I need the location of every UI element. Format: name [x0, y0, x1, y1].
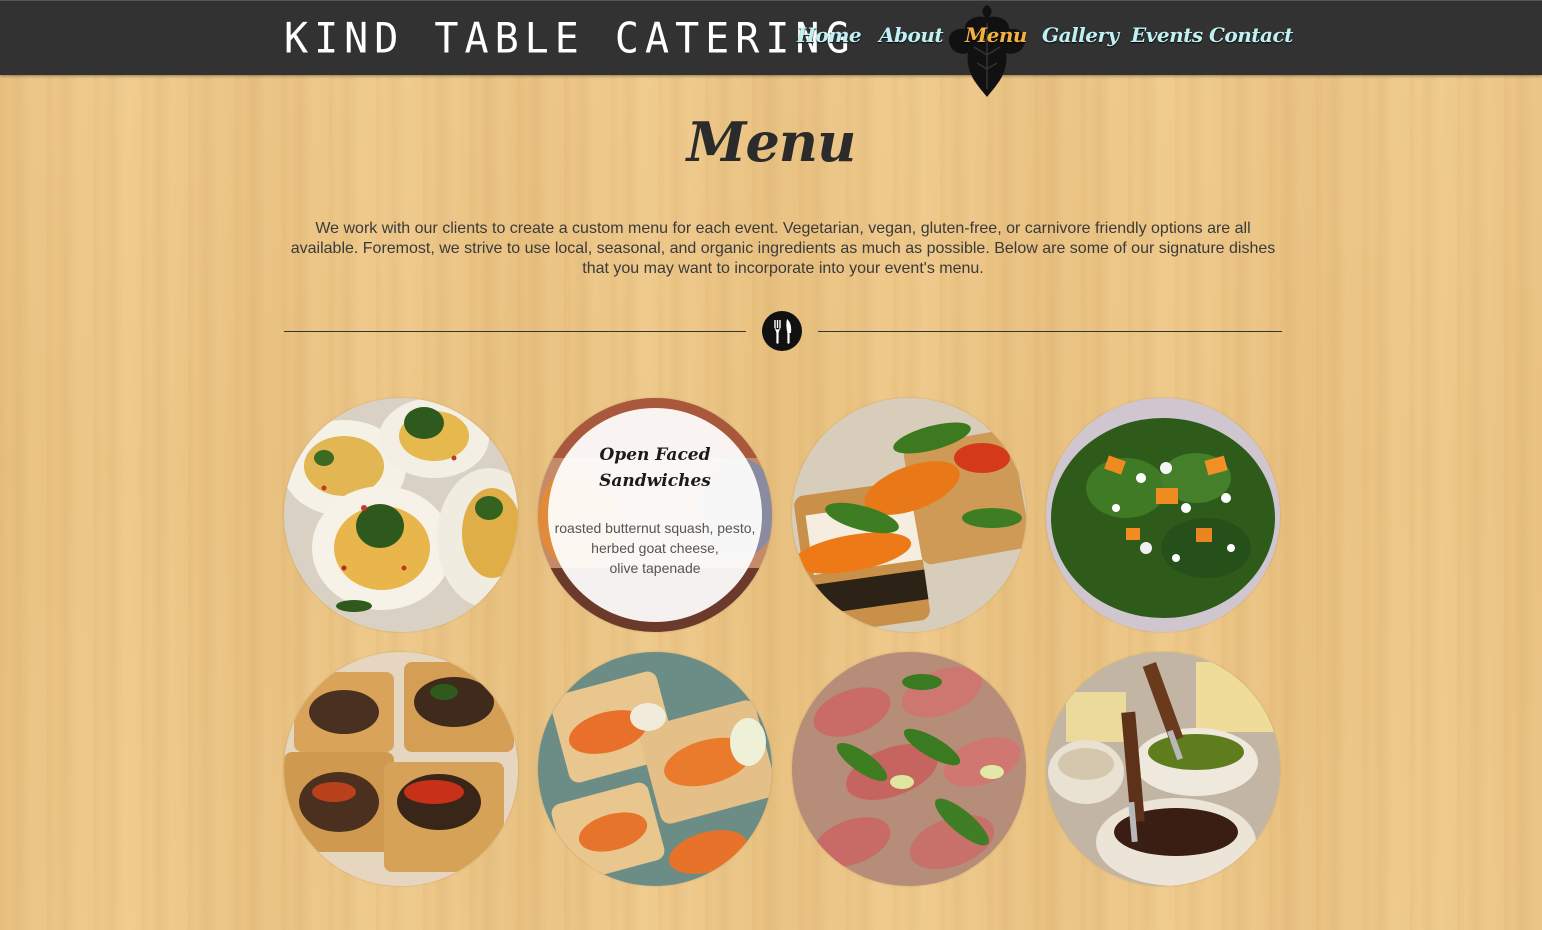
- dish-card[interactable]: [1046, 652, 1280, 886]
- intro-paragraph: We work with our clients to create a cus…: [290, 220, 1276, 277]
- dips-and-cheese-photo: [1046, 652, 1280, 886]
- dish-description-line: roasted butternut squash, pesto,: [554, 520, 756, 536]
- dish-card[interactable]: [284, 398, 518, 632]
- nav-about[interactable]: About: [879, 23, 944, 47]
- section-divider-right: [818, 331, 1282, 332]
- section-divider-left: [284, 331, 746, 332]
- brand-logo[interactable]: KIND TABLE CATERING: [284, 14, 856, 64]
- nav-events[interactable]: Events: [1131, 23, 1203, 47]
- dish-card[interactable]: [284, 652, 518, 886]
- dish-description: roasted butternut squash, pesto, herbed …: [550, 518, 760, 578]
- utensils-icon: [762, 311, 802, 351]
- mushroom-tartlets-photo: [284, 652, 518, 886]
- deviled-eggs-photo: [284, 398, 518, 632]
- squash-flatbread-photo: [538, 652, 772, 886]
- dish-card[interactable]: [792, 398, 1026, 632]
- dish-title: Open Faced Sandwiches: [599, 445, 711, 491]
- dish-card[interactable]: [538, 652, 772, 886]
- page-title: Menu: [686, 110, 857, 174]
- prosciutto-rolls-photo: [792, 652, 1026, 886]
- crostini-photo: [792, 398, 1026, 632]
- dish-description-line: herbed goat cheese,: [591, 540, 719, 556]
- arugula-salad-photo: [1046, 398, 1280, 632]
- fig-leaf-icon: [948, 5, 1026, 97]
- nav-gallery[interactable]: Gallery: [1042, 23, 1119, 47]
- top-navbar: KIND TABLE CATERING Home About Menu Gall…: [0, 0, 1542, 97]
- dish-description-line: olive tapenade: [609, 560, 701, 576]
- dish-card[interactable]: [1046, 398, 1280, 632]
- nav-menu[interactable]: Menu: [965, 23, 1027, 47]
- nav-home[interactable]: Home: [797, 23, 862, 47]
- dish-hover-overlay: Open Faced Sandwiches roasted butternut …: [548, 408, 762, 622]
- nav-contact[interactable]: Contact: [1209, 23, 1293, 47]
- dish-card-open-faced-sandwiches[interactable]: Open Faced Sandwiches roasted butternut …: [538, 398, 772, 632]
- dish-card[interactable]: [792, 652, 1026, 886]
